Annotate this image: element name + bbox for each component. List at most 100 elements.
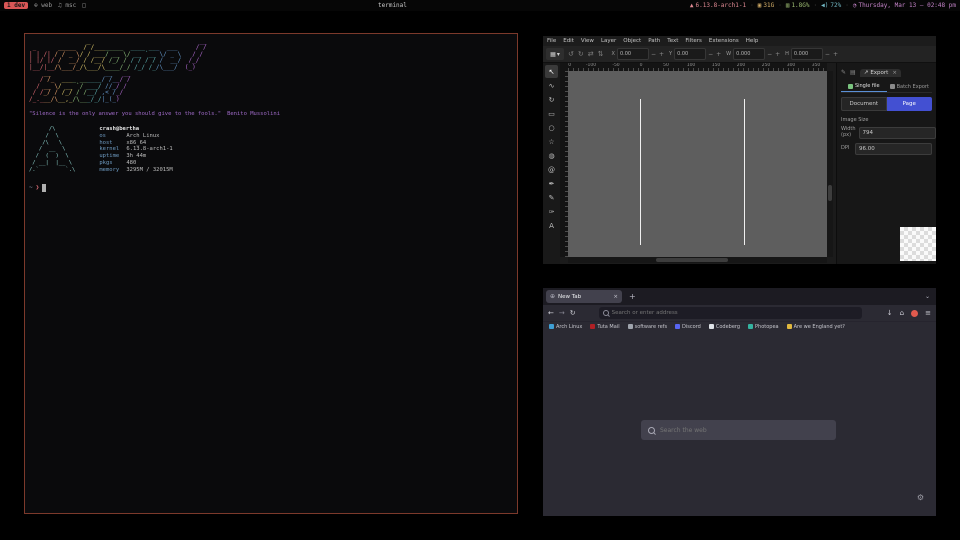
bookmark-are-we-england-yet-[interactable]: Are we England yet? [787,324,845,330]
transform-icon-1[interactable]: ↻ [578,50,584,58]
star-tool[interactable]: ☆ [545,135,558,148]
reload-button[interactable]: ↻ [570,309,576,317]
prompt-cwd: ~ [29,184,33,191]
spinner-increment[interactable]: + [715,51,722,58]
spinner-decrement[interactable]: − [707,51,714,58]
spinner-label: W [726,51,731,57]
extension-red-icon[interactable] [911,310,918,317]
horizontal-scrollbar-thumb[interactable] [656,258,728,262]
document-button[interactable]: Document [841,97,887,111]
bookmark-photopea[interactable]: Photopea [748,324,779,330]
fetch-row-kernel: kernel6.13.8-arch1-1 [99,146,172,153]
close-tab-icon[interactable]: × [613,294,618,300]
spinner-increment[interactable]: + [774,51,781,58]
download-icon[interactable]: ↓ [887,309,893,317]
dpi-input[interactable] [855,143,932,155]
volume-value: 72% [830,2,841,9]
width-row: Width (px) [841,127,932,139]
spinner-decrement[interactable]: − [824,51,831,58]
node-editor-tool[interactable]: ∿ [545,79,558,92]
bookmark-favicon [709,324,714,329]
menu-help[interactable]: Help [746,38,759,44]
spinner-increment[interactable]: + [832,51,839,58]
menu-object[interactable]: Object [623,38,641,44]
width-input[interactable] [859,127,936,139]
swatches-dialog-icon[interactable]: ▤ [850,69,856,76]
canvas[interactable] [568,71,827,257]
menu-edit[interactable]: Edit [563,38,574,44]
tab-batch-export[interactable]: Batch Export [887,81,933,92]
menu-icon[interactable]: ≡ [925,309,931,317]
web-search-input[interactable] [660,427,829,434]
transform-icon-2[interactable]: ⇄ [588,50,594,58]
web-search-bar[interactable] [641,420,836,440]
transform-icon-3[interactable]: ⇅ [598,50,604,58]
ellipse-tool[interactable]: ○ [545,121,558,134]
spinner-increment[interactable]: + [658,51,665,58]
url-input[interactable] [612,310,858,316]
workspace-msc[interactable]: ♫ msc [58,2,76,9]
rectangle-tool[interactable]: ▭ [545,107,558,120]
workspace-empty[interactable]: □ [82,2,89,9]
fetch-key: memory [99,167,126,174]
inkscape-window[interactable]: File Edit View Layer Object Path Text Filters Ex… [543,36,936,264]
export-scope-buttons: Document Page [841,97,932,111]
pencil-tool[interactable]: ✎ [545,191,558,204]
fetch-row-os: osArch Linux [99,133,172,140]
home-icon[interactable]: ⌂ [900,309,904,317]
menu-file[interactable]: File [547,38,556,44]
forward-button[interactable]: → [559,309,565,317]
menu-extensions[interactable]: Extensions [709,38,739,44]
export-dialog-tab[interactable]: ↗ Export × [860,69,901,77]
close-icon[interactable]: × [892,70,897,76]
spinner-value[interactable]: 0.000 [791,48,823,60]
disk-value: 31G [763,2,774,9]
shape-builder-tool[interactable]: ↻ [545,93,558,106]
bookmark-arch-linux[interactable]: Arch Linux [549,324,582,330]
pen-bezier-tool[interactable]: ✒ [545,177,558,190]
spinner-decrement[interactable]: − [766,51,773,58]
calligraphy-tool[interactable]: ✑ [545,205,558,218]
text-tool[interactable]: A [545,219,558,232]
bookmark-codeberg[interactable]: Codeberg [709,324,740,330]
menu-filters[interactable]: Filters [685,38,702,44]
volume-icon: ◀) [821,2,828,9]
terminal-window[interactable]: _ __ _ _____ / /________ ____ ___ ___ / … [24,33,518,514]
spinner-value[interactable]: 0.00 [674,48,706,60]
transform-icon-0[interactable]: ↺ [568,50,574,58]
page-button[interactable]: Page [887,97,933,111]
bookmark-discord[interactable]: Discord [675,324,701,330]
tab-bar: ⊕ New Tab × + ⌄ [543,288,936,305]
new-tab-button[interactable]: + [629,292,636,301]
workspace-web[interactable]: ⊕ web [34,2,52,9]
menu-path[interactable]: Path [648,38,660,44]
pencil-dialog-icon[interactable]: ✎ [841,69,846,76]
back-button[interactable]: ← [548,309,554,317]
workspace-1-dev[interactable]: 1 dev [4,2,28,9]
spinner-decrement[interactable]: − [650,51,657,58]
vertical-scrollbar[interactable] [827,71,833,257]
tab-single-file[interactable]: Single file [841,81,887,92]
shell-prompt[interactable]: ~ ❯ [29,184,513,192]
tab-new-tab[interactable]: ⊕ New Tab × [546,290,622,303]
bookmark-software-refs[interactable]: software refs [628,324,667,330]
selector-tool[interactable]: ↖ [545,65,558,78]
spiral-tool[interactable]: @ [545,163,558,176]
vertical-scrollbar-thumb[interactable] [828,185,832,201]
module-separator: · [750,2,754,9]
spinner-value[interactable]: 0.000 [733,48,765,60]
browser-window[interactable]: ⊕ New Tab × + ⌄ ← → ↻ ↓ ⌂ ≡ Arch Linux Tu… [543,288,936,516]
ruler-label: 150 [712,63,721,68]
menu-view[interactable]: View [581,38,594,44]
spinner-value[interactable]: 0.00 [617,48,649,60]
box-3d-tool[interactable]: ◍ [545,149,558,162]
tool-options-button[interactable]: ▦▾ [546,48,564,60]
personalize-gear-icon[interactable]: ⚙ [917,493,924,502]
menu-layer[interactable]: Layer [601,38,616,44]
horizontal-scrollbar[interactable] [568,257,827,263]
menu-text[interactable]: Text [667,38,678,44]
export-tab-title: Export [870,70,888,76]
url-bar[interactable] [599,307,862,319]
bookmark-tuta-mail[interactable]: Tuta Mail [590,324,619,330]
list-tabs-chevron-icon[interactable]: ⌄ [925,293,930,300]
